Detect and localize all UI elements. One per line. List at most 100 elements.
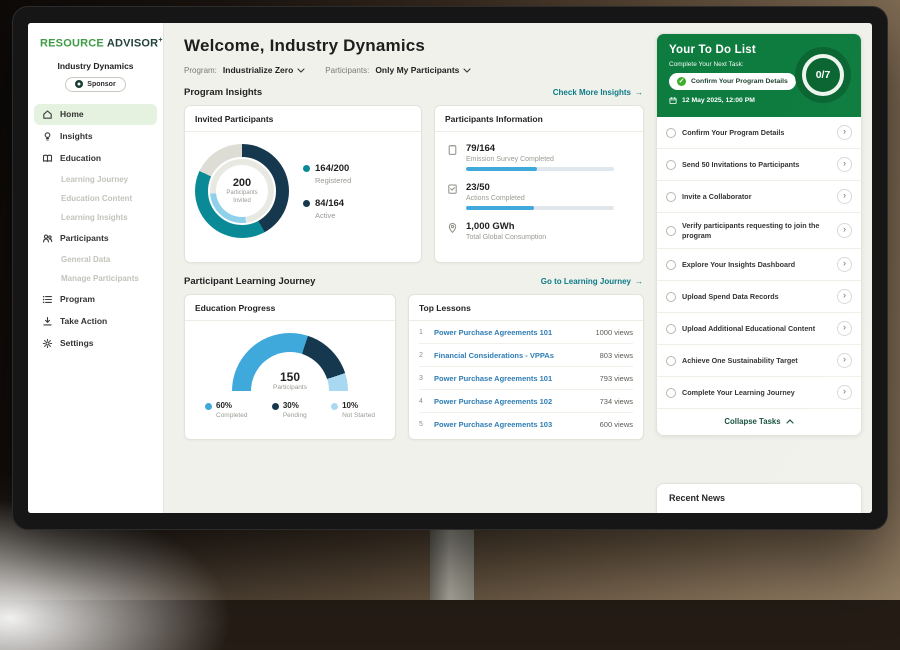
task-checkbox[interactable]	[666, 388, 676, 398]
task-checkbox[interactable]	[666, 128, 676, 138]
logo-plus: +	[158, 37, 162, 44]
chevron-right-icon: ›	[837, 223, 852, 238]
collapse-tasks-button[interactable]: Collapse Tasks	[657, 409, 861, 435]
sidebar-item-general-data[interactable]: General Data	[34, 250, 157, 269]
list-icon	[42, 294, 53, 305]
sidebar-item-label: Take Action	[60, 316, 107, 326]
progress-fill	[466, 206, 534, 210]
task-checkbox[interactable]	[666, 226, 676, 236]
todo-task[interactable]: Send 50 Invitations to Participants ›	[657, 149, 861, 181]
lesson-rank: 5	[419, 421, 427, 428]
chevron-right-icon: ›	[837, 157, 852, 172]
legend-item-not-started: 10% Not Started	[331, 401, 375, 419]
clipboard-icon	[447, 143, 458, 171]
legend-label: Pending	[283, 412, 307, 419]
todo-panel: Your To Do List Complete Your Next Task:…	[656, 33, 862, 436]
sidebar-item-label: Insights	[60, 131, 93, 141]
lesson-row: 3 Power Purchase Agreements 101 793 view…	[419, 367, 633, 390]
todo-task[interactable]: Upload Additional Educational Content ›	[657, 313, 861, 345]
sidebar-item-learning-insights[interactable]: Learning Insights	[34, 208, 157, 227]
task-checkbox[interactable]	[666, 292, 676, 302]
chevron-right-icon: ›	[837, 385, 852, 400]
todo-task[interactable]: Complete Your Learning Journey ›	[657, 377, 861, 409]
participants-select[interactable]: Only My Participants	[375, 65, 471, 75]
sidebar-item-home[interactable]: Home	[34, 104, 157, 125]
lesson-views: 803 views	[600, 351, 633, 360]
sidebar-item-manage-participants[interactable]: Manage Participants	[34, 269, 157, 288]
sidebar-item-label: Manage Participants	[61, 274, 139, 283]
main-content: Welcome, Industry Dynamics Program: Indu…	[164, 23, 656, 513]
program-insights-header: Program Insights Check More Insights →	[184, 87, 643, 98]
lesson-link[interactable]: Financial Considerations - VPPAs	[434, 351, 593, 360]
task-checkbox[interactable]	[666, 160, 676, 170]
education-progress-gauge: 150 Participants	[232, 333, 348, 391]
task-checkbox[interactable]	[666, 324, 676, 334]
gear-icon	[42, 338, 53, 349]
legend-item-pending: 30% Pending	[272, 401, 307, 419]
todo-task[interactable]: Achieve One Sustainability Target ›	[657, 345, 861, 377]
lesson-link[interactable]: Power Purchase Agreements 101	[434, 374, 593, 383]
legend-dot	[303, 200, 310, 207]
stat-label: Emission Survey Completed	[466, 156, 614, 163]
task-checkbox[interactable]	[666, 356, 676, 366]
program-select[interactable]: Industrialize Zero	[223, 65, 305, 75]
chevron-right-icon: ›	[837, 321, 852, 336]
lesson-views: 1000 views	[595, 328, 633, 337]
invited-participants-card: Invited Participants 200 Participants In…	[184, 105, 422, 263]
chevron-down-icon	[297, 68, 305, 73]
lesson-link[interactable]: Power Purchase Agreements 101	[434, 328, 588, 337]
legend-item-registered: 164/200 Registered	[303, 163, 351, 185]
sidebar-item-insights[interactable]: Insights	[34, 126, 157, 147]
todo-task[interactable]: Explore Your Insights Dashboard ›	[657, 249, 861, 281]
next-task-pill[interactable]: ✓ Confirm Your Program Details	[669, 73, 796, 90]
sidebar-item-education-content[interactable]: Education Content	[34, 189, 157, 208]
go-to-learning-journey-link[interactable]: Go to Learning Journey →	[541, 277, 643, 286]
lesson-rank: 4	[419, 398, 427, 405]
todo-task-list: Confirm Your Program Details › Send 50 I…	[657, 117, 861, 409]
task-label: Achieve One Sustainability Target	[682, 356, 831, 366]
chevron-right-icon: ›	[837, 125, 852, 140]
lesson-link[interactable]: Power Purchase Agreements 103	[434, 420, 593, 429]
link-label: Check More Insights	[553, 88, 631, 97]
collapse-label: Collapse Tasks	[724, 417, 780, 426]
todo-task[interactable]: Verify participants requesting to join t…	[657, 213, 861, 249]
section-title: Program Insights	[184, 87, 262, 98]
download-icon	[42, 316, 53, 327]
todo-task[interactable]: Confirm Your Program Details ›	[657, 117, 861, 149]
people-icon	[42, 233, 53, 244]
next-task-label: Confirm Your Program Details	[691, 78, 788, 85]
todo-task[interactable]: Upload Spend Data Records ›	[657, 281, 861, 313]
sidebar-item-settings[interactable]: Settings	[34, 333, 157, 354]
monitor-stand	[430, 522, 474, 600]
sidebar-item-education[interactable]: Education	[34, 148, 157, 169]
lesson-link[interactable]: Power Purchase Agreements 102	[434, 397, 593, 406]
task-checkbox[interactable]	[666, 192, 676, 202]
todo-task[interactable]: Invite a Collaborator ›	[657, 181, 861, 213]
checklist-icon	[447, 182, 458, 210]
legend-dot	[331, 403, 338, 410]
legend-dot	[303, 165, 310, 172]
sidebar-item-take-action[interactable]: Take Action	[34, 311, 157, 332]
program-select-value: Industrialize Zero	[223, 65, 293, 75]
due-date-label: 12 May 2025, 12:00 PM	[682, 97, 755, 104]
sidebar-item-learning-journey[interactable]: Learning Journey	[34, 170, 157, 189]
lesson-views: 793 views	[600, 374, 633, 383]
task-label: Confirm Your Program Details	[682, 128, 831, 138]
stat-global-consumption: 1,000 GWh Total Global Consumption	[447, 221, 631, 245]
sidebar-item-label: Learning Journey	[61, 175, 128, 184]
legend-value: 30%	[283, 401, 307, 410]
gauge-legend: 60% Completed 30% Pending	[195, 391, 385, 419]
legend-label: Registered	[315, 176, 351, 185]
sidebar-item-participants[interactable]: Participants	[34, 228, 157, 249]
org-name: Industry Dynamics	[28, 61, 163, 71]
card-title: Education Progress	[185, 295, 395, 321]
task-label: Complete Your Learning Journey	[682, 388, 831, 398]
task-label: Invite a Collaborator	[682, 192, 831, 202]
sidebar-item-program[interactable]: Program	[34, 289, 157, 310]
check-more-insights-link[interactable]: Check More Insights →	[553, 88, 643, 97]
filter-bar: Program: Industrialize Zero Participants…	[184, 65, 644, 75]
lesson-rank: 2	[419, 352, 427, 359]
task-checkbox[interactable]	[666, 260, 676, 270]
sponsor-badge[interactable]: Sponsor	[65, 77, 125, 92]
stat-value: 79/164	[466, 143, 614, 154]
